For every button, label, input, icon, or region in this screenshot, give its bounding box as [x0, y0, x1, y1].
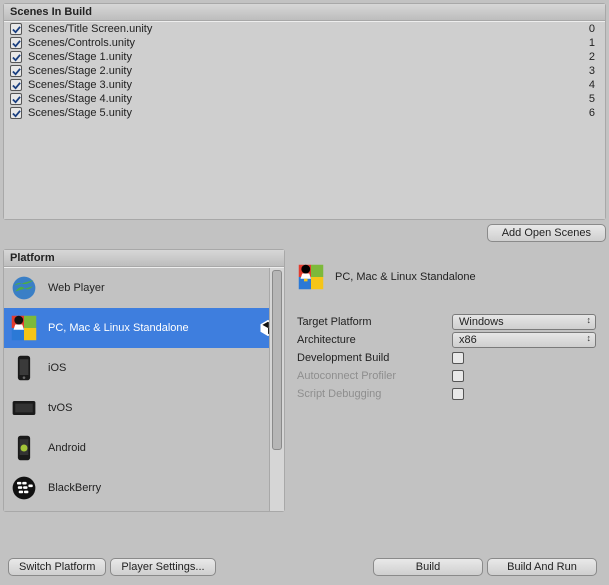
platform-label: PC, Mac & Linux Standalone	[48, 322, 248, 334]
scene-checkbox[interactable]	[10, 65, 22, 77]
build-button[interactable]: Build	[373, 558, 483, 576]
scenes-in-build-panel: Scenes In Build Scenes/Title Screen.unit…	[3, 3, 606, 220]
globe-icon	[10, 274, 38, 302]
scene-checkbox[interactable]	[10, 51, 22, 63]
platform-label: Web Player	[48, 282, 278, 294]
scene-row[interactable]: Scenes/Stage 3.unity 4	[4, 78, 605, 92]
platform-row[interactable]: tvOS	[4, 388, 284, 428]
scene-index: 4	[589, 79, 599, 91]
scene-name: Scenes/Stage 1.unity	[28, 51, 589, 63]
platform-panel: Platform Web Player PC, Mac & Linux Stan…	[3, 249, 285, 512]
platform-label: BlackBerry	[48, 482, 278, 494]
scene-index: 6	[589, 107, 599, 119]
scene-index: 3	[589, 65, 599, 77]
platform-row[interactable]: Tizen	[4, 508, 284, 511]
scene-name: Scenes/Stage 3.unity	[28, 79, 589, 91]
development-build-checkbox[interactable]	[452, 352, 464, 364]
autoconnect-profiler-label: Autoconnect Profiler	[297, 370, 452, 382]
scrollbar[interactable]	[269, 268, 284, 511]
scene-index: 1	[589, 37, 599, 49]
platform-row[interactable]: Android	[4, 428, 284, 468]
scenes-list: Scenes/Title Screen.unity 0 Scenes/Contr…	[4, 21, 605, 219]
scene-row[interactable]: Scenes/Title Screen.unity 0	[4, 22, 605, 36]
scene-index: 5	[589, 93, 599, 105]
scene-name: Scenes/Controls.unity	[28, 37, 589, 49]
platform-label: iOS	[48, 362, 278, 374]
platform-label: Android	[48, 442, 278, 454]
platform-row[interactable]: Web Player	[4, 268, 284, 308]
scene-name: Scenes/Stage 4.unity	[28, 93, 589, 105]
scene-row[interactable]: Scenes/Stage 1.unity 2	[4, 50, 605, 64]
blackberry-icon	[10, 474, 38, 502]
platform-row[interactable]: PC, Mac & Linux Standalone	[4, 308, 284, 348]
iphone-icon	[10, 354, 38, 382]
script-debugging-label: Script Debugging	[297, 388, 452, 400]
development-build-label: Development Build	[297, 352, 452, 364]
standalone-icon	[297, 263, 325, 291]
scene-checkbox[interactable]	[10, 37, 22, 49]
scene-row[interactable]: Scenes/Stage 4.unity 5	[4, 92, 605, 106]
scenes-panel-header: Scenes In Build	[4, 4, 605, 21]
scene-name: Scenes/Title Screen.unity	[28, 23, 589, 35]
platform-panel-header: Platform	[4, 250, 284, 267]
scene-index: 2	[589, 51, 599, 63]
switch-platform-button[interactable]: Switch Platform	[8, 558, 106, 576]
scene-row[interactable]: Scenes/Controls.unity 1	[4, 36, 605, 50]
scrollbar-thumb[interactable]	[272, 270, 282, 450]
platform-row[interactable]: iOS	[4, 348, 284, 388]
architecture-dropdown[interactable]: x86	[452, 332, 596, 348]
scene-row[interactable]: Scenes/Stage 5.unity 6	[4, 106, 605, 120]
scene-name: Scenes/Stage 2.unity	[28, 65, 589, 77]
scene-checkbox[interactable]	[10, 23, 22, 35]
scene-index: 0	[589, 23, 599, 35]
script-debugging-checkbox	[452, 388, 464, 400]
target-platform-dropdown[interactable]: Windows	[452, 314, 596, 330]
add-open-scenes-button[interactable]: Add Open Scenes	[487, 224, 606, 242]
platform-details: PC, Mac & Linux Standalone Target Platfo…	[291, 249, 606, 512]
scene-checkbox[interactable]	[10, 107, 22, 119]
player-settings-button[interactable]: Player Settings...	[110, 558, 215, 576]
standalone-icon	[10, 314, 38, 342]
appletv-icon	[10, 394, 38, 422]
scene-checkbox[interactable]	[10, 79, 22, 91]
details-title: PC, Mac & Linux Standalone	[335, 271, 476, 283]
build-and-run-button[interactable]: Build And Run	[487, 558, 597, 576]
target-platform-label: Target Platform	[297, 316, 452, 328]
android-icon	[10, 434, 38, 462]
scene-name: Scenes/Stage 5.unity	[28, 107, 589, 119]
scene-checkbox[interactable]	[10, 93, 22, 105]
footer: Switch Platform Player Settings... Build…	[0, 552, 609, 582]
scene-row[interactable]: Scenes/Stage 2.unity 3	[4, 64, 605, 78]
platform-row[interactable]: BlackBerry	[4, 468, 284, 508]
autoconnect-profiler-checkbox	[452, 370, 464, 382]
platform-list[interactable]: Web Player PC, Mac & Linux Standalone iO…	[4, 267, 284, 511]
architecture-label: Architecture	[297, 334, 452, 346]
platform-label: tvOS	[48, 402, 278, 414]
